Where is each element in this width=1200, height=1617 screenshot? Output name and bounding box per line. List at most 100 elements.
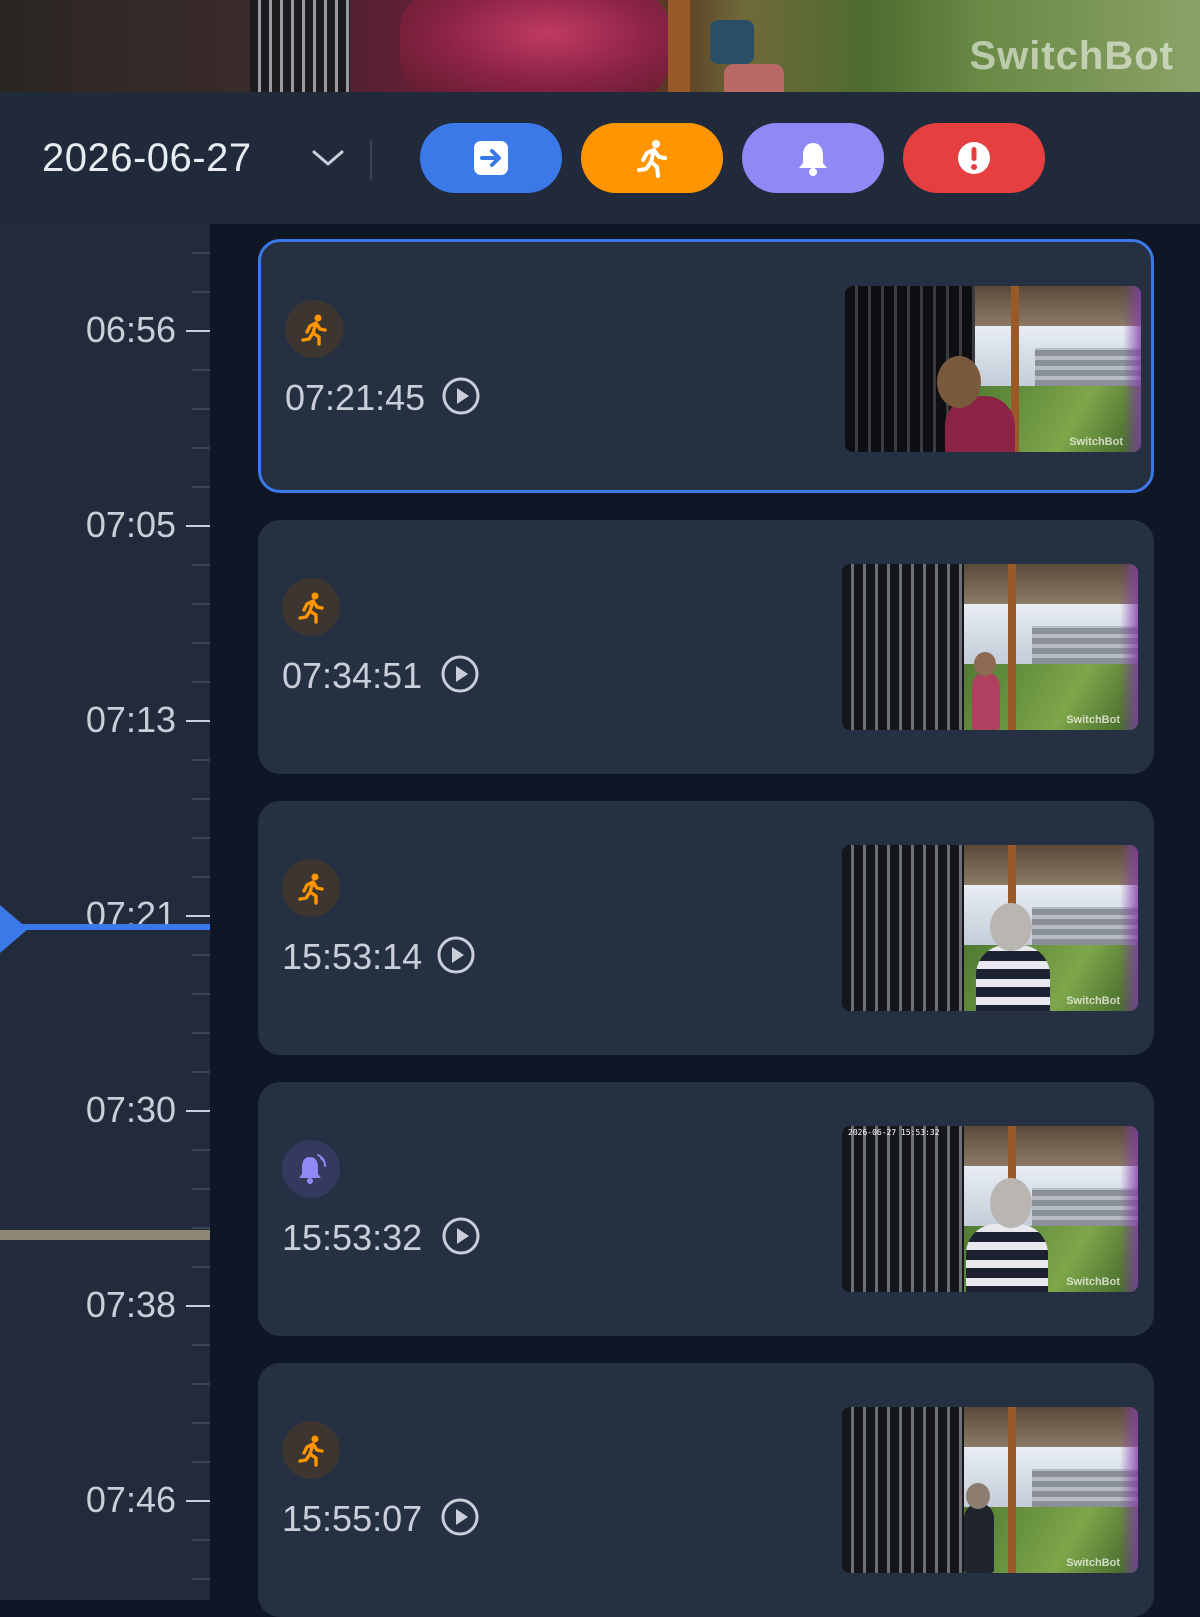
timeline-time-label: 07:46 [85, 1479, 176, 1520]
motion-event-badge [282, 859, 340, 917]
thumb-roof [967, 286, 1141, 326]
bell-icon [299, 1154, 326, 1184]
motion-event-badge [282, 1421, 340, 1479]
event-thumbnail[interactable]: SwitchBot [842, 845, 1138, 1011]
timeline-cursor-marker[interactable] [0, 905, 28, 953]
event-thumbnail[interactable]: SwitchBot [842, 1407, 1138, 1573]
date-selector-label[interactable]: 2026-06-27 [42, 136, 252, 181]
timeline-minor-tick [192, 876, 210, 878]
event-time: 07:34:51 [282, 655, 423, 696]
timeline-minor-tick [192, 486, 210, 488]
timeline-major-tick [186, 720, 210, 722]
timeline-minor-tick [192, 993, 210, 995]
running-person-icon [298, 873, 324, 905]
thumb-person-head [974, 652, 996, 676]
event-card[interactable]: 15:53:14 SwitchBot [258, 801, 1154, 1055]
timeline-minor-tick [192, 1578, 210, 1580]
motion-event-badge [282, 578, 340, 636]
timeline-minor-tick [192, 1266, 210, 1268]
thumb-vignette [1120, 1407, 1138, 1573]
timeline-major-tick [186, 915, 210, 917]
filter-alert-button[interactable] [903, 123, 1045, 193]
timeline-ruler[interactable]: 06:56 07:05 07:13 07:21 07:30 07:38 07:46 [0, 224, 210, 1600]
timeline-minor-tick [192, 837, 210, 839]
running-person-icon [298, 592, 324, 624]
event-time: 07:21:45 [285, 377, 426, 418]
event-card[interactable]: 07:34:51 SwitchBot [258, 520, 1154, 774]
timeline-minor-tick [192, 1344, 210, 1346]
event-thumbnail[interactable]: SwitchBot [842, 564, 1138, 730]
timeline-minor-tick [192, 1032, 210, 1034]
chevron-down-icon[interactable] [310, 146, 346, 170]
thumb-vignette [1120, 564, 1138, 730]
running-person-icon [298, 1435, 324, 1467]
thumb-post [1008, 1407, 1016, 1573]
thumb-person-head [990, 903, 1032, 951]
timeline-time-label: 06:56 [85, 309, 176, 350]
timeline-minor-tick [192, 564, 210, 566]
play-circle-icon[interactable] [440, 1497, 480, 1537]
timeline-major-tick [186, 330, 210, 332]
running-person-icon [301, 314, 327, 346]
timeline-minor-tick [192, 408, 210, 410]
event-card[interactable]: 15:55:07 SwitchBot [258, 1363, 1154, 1617]
thumb-person-head [937, 356, 981, 408]
timeline-minor-tick [192, 252, 210, 254]
enter-icon [474, 141, 508, 175]
timeline-minor-tick [192, 447, 210, 449]
flower-pot-image [724, 64, 784, 92]
thumb-timestamp: 2026-06-27 15:53:32 [848, 1128, 940, 1137]
live-video-preview[interactable]: SwitchBot [0, 0, 1200, 92]
timeline-minor-tick [192, 759, 210, 761]
thumb-watermark: SwitchBot [1066, 1557, 1120, 1569]
event-time: 15:53:32 [282, 1217, 423, 1258]
timeline-minor-tick [192, 642, 210, 644]
event-time: 15:55:07 [282, 1498, 423, 1539]
timeline-major-tick [186, 1500, 210, 1502]
event-thumbnail[interactable]: SwitchBot [845, 286, 1141, 452]
timeline-major-tick [186, 525, 210, 527]
play-circle-icon[interactable] [441, 1216, 481, 1256]
thumb-watermark: SwitchBot [1066, 995, 1120, 1007]
event-thumbnail[interactable]: SwitchBot 2026-06-27 15:53:32 [842, 1126, 1138, 1292]
event-card[interactable]: 15:53:32 SwitchBot 2026-06-27 15:53:32 [258, 1082, 1154, 1336]
thumb-person-head [990, 1178, 1032, 1228]
timeline-minor-tick [192, 1422, 210, 1424]
event-time: 15:53:14 [282, 936, 423, 977]
event-card[interactable]: 07:21:45 SwitchBot [258, 239, 1154, 493]
play-circle-icon[interactable] [441, 376, 481, 416]
event-list[interactable]: 07:21:45 SwitchBot 07:34:51 SwitchBot 15:53:… [210, 224, 1200, 1617]
play-circle-icon[interactable] [436, 935, 476, 975]
timeline-cursor-line[interactable] [20, 924, 210, 930]
thumb-person-head [966, 1483, 990, 1509]
person-image [400, 0, 670, 92]
thumb-vignette [1120, 845, 1138, 1011]
bell-icon [799, 143, 827, 176]
timeline-minor-tick [192, 1383, 210, 1385]
thumb-door [842, 1126, 964, 1292]
thumb-person-body [966, 1224, 1048, 1292]
timeline-minor-tick [192, 369, 210, 371]
header-divider [370, 140, 372, 180]
timeline-time-label: 07:13 [85, 699, 176, 740]
recording-range-bar [0, 1230, 210, 1240]
motion-event-badge [285, 300, 343, 358]
thumb-roof [964, 1407, 1138, 1447]
thumb-door [842, 845, 964, 1011]
thumb-roof [964, 564, 1138, 604]
filter-motion-button[interactable] [581, 123, 723, 193]
play-circle-icon[interactable] [440, 654, 480, 694]
timeline-minor-tick [192, 291, 210, 293]
timeline-minor-tick [192, 1227, 210, 1229]
timeline-minor-tick [192, 1071, 210, 1073]
video-watermark: SwitchBot [969, 34, 1174, 78]
filter-doorbell-button[interactable] [742, 123, 884, 193]
timeline-time-label: 07:30 [85, 1089, 176, 1130]
timeline-minor-tick [192, 798, 210, 800]
plant-pot-image [710, 20, 754, 64]
thumb-watermark: SwitchBot [1066, 714, 1120, 726]
timeline-minor-tick [192, 681, 210, 683]
filter-all-button[interactable] [420, 123, 562, 193]
timeline-major-tick [186, 1110, 210, 1112]
thumb-door [842, 1407, 964, 1573]
